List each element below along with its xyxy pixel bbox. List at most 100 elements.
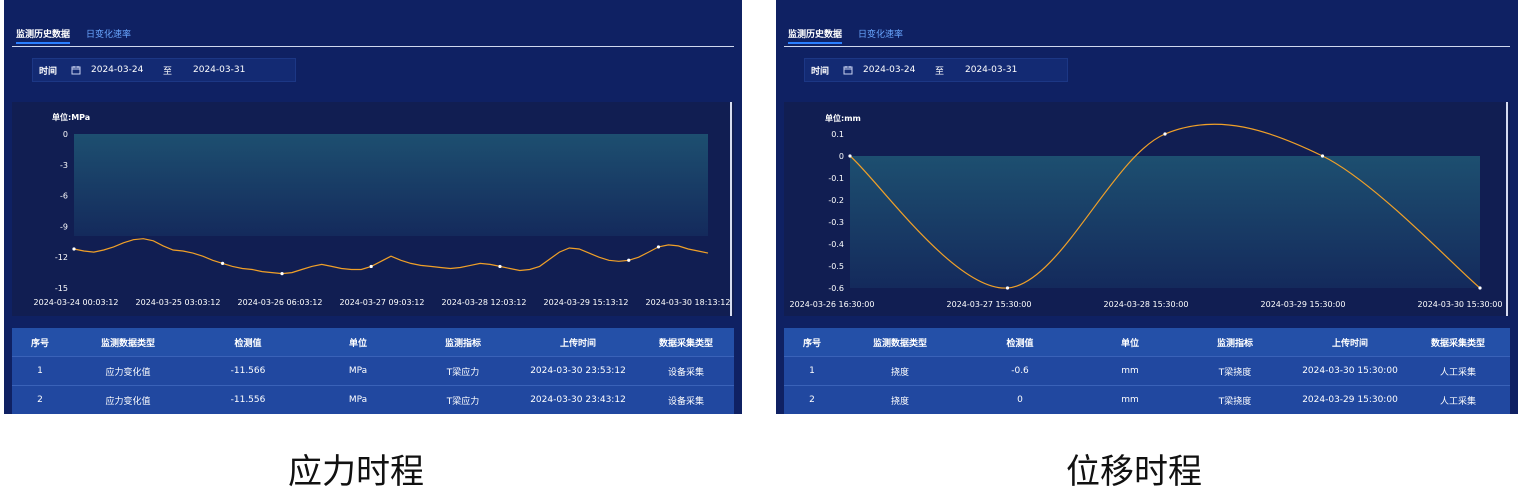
x-tick-label: 2024-03-29 15:30:00 — [1261, 300, 1346, 309]
end-date-input[interactable]: 2024-03-31 — [965, 65, 1017, 75]
calendar-icon[interactable] — [71, 65, 81, 75]
table-cell: 应力变化值 — [105, 396, 151, 407]
displacement-panel: 监测历史数据 日变化速率 时间 2024-03-24 至 2024-03-31 … — [776, 0, 1518, 414]
x-tick-label: 2024-03-27 09:03:12 — [340, 298, 425, 307]
table-cell: T梁应力 — [446, 367, 480, 378]
table-cell: -11.556 — [230, 395, 266, 405]
y-tick-label: -9 — [60, 222, 68, 231]
table-cell: -0.6 — [1011, 366, 1029, 376]
x-tick-label: 2024-03-30 18:13:12 — [646, 298, 731, 307]
data-table: 序号 监测数据类型 检测值 单位 监测指标 上传时间 数据采集类型 1 应力变化… — [12, 328, 734, 414]
tab-divider — [784, 46, 1510, 47]
area-band — [850, 156, 1480, 288]
tab-divider — [12, 46, 734, 47]
series-line — [73, 238, 709, 275]
start-date-input[interactable]: 2024-03-24 — [863, 65, 935, 75]
table-cell: T梁挠度 — [1218, 367, 1252, 378]
data-point — [1163, 132, 1167, 136]
stress-chart-svg: 0 -3 -6 -9 -12 -15 2024-03-24 00:03:12 2024-03-… — [34, 130, 731, 307]
tab-history-data[interactable]: 监测历史数据 — [788, 28, 843, 44]
col-header: 数据采集类型 — [658, 338, 713, 349]
table-cell: 0 — [1017, 395, 1023, 405]
displacement-chart: 单位:mm 0.1 0 -0.1 -0.2 -0.3 -0.4 -0.5 -0.6 2024-0… — [784, 102, 1510, 316]
table-cell: T梁应力 — [446, 396, 480, 407]
col-header: 检测值 — [1006, 338, 1034, 349]
y-tick-label: -0.3 — [828, 218, 844, 227]
table-cell: 设备采集 — [667, 367, 704, 378]
table-header: 序号 监测数据类型 检测值 单位 监测指标 上传时间 数据采集类型 — [784, 328, 1510, 356]
col-header: 上传时间 — [1331, 338, 1368, 349]
y-tick-label: -0.1 — [828, 174, 844, 183]
chart-scrollbar[interactable] — [730, 102, 732, 316]
tab-bar: 监测历史数据 日变化速率 — [788, 28, 903, 44]
y-tick-label: -15 — [55, 284, 68, 293]
table-cell: 2024-03-30 15:30:00 — [1302, 366, 1398, 376]
data-point — [848, 154, 852, 158]
date-range-filter[interactable]: 时间 2024-03-24 至 2024-03-31 — [32, 58, 296, 82]
table-row[interactable]: 1 应力变化值 -11.566 MPa T梁应力 2024-03-30 23:5… — [12, 356, 734, 385]
data-point — [1320, 154, 1325, 158]
y-tick-label: -0.2 — [828, 196, 844, 205]
time-label: 时间 — [39, 66, 58, 77]
tab-bar: 监测历史数据 日变化速率 — [16, 28, 131, 44]
y-tick-label: -6 — [60, 192, 68, 201]
data-point — [498, 264, 502, 269]
y-tick-label: 0.1 — [831, 130, 844, 139]
chart-scrollbar[interactable] — [1506, 102, 1508, 316]
table-row[interactable]: 1 挠度 -0.6 mm T梁挠度 2024-03-30 15:30:00 人工… — [784, 356, 1510, 385]
y-tick-label: 0 — [63, 130, 68, 139]
table-cell: 挠度 — [890, 367, 909, 378]
x-tick-label: 2024-03-29 15:13:12 — [544, 298, 629, 307]
data-point — [1478, 286, 1482, 290]
time-label: 时间 — [811, 66, 830, 77]
date-range-filter[interactable]: 时间 2024-03-24 至 2024-03-31 — [804, 58, 1068, 82]
range-separator: 至 — [935, 66, 945, 77]
col-header: 监测指标 — [1216, 338, 1253, 349]
calendar-icon[interactable] — [843, 65, 853, 75]
x-tick-label: 2024-03-30 15:30:00 — [1418, 300, 1503, 309]
range-separator: 至 — [163, 66, 173, 77]
stress-panel: 监测历史数据 日变化速率 时间 2024-03-24 至 2024-03-31 … — [4, 0, 742, 414]
col-header: 上传时间 — [559, 338, 596, 349]
table-cell: mm — [1121, 366, 1139, 376]
table-cell: 1 — [37, 366, 43, 376]
table-cell: 2024-03-30 23:43:12 — [530, 395, 626, 405]
data-point — [1005, 286, 1010, 290]
table-cell: -11.566 — [230, 366, 266, 376]
x-tick-label: 2024-03-28 12:03:12 — [442, 298, 527, 307]
x-tick-label: 2024-03-26 06:03:12 — [238, 298, 323, 307]
x-tick-label: 2024-03-26 16:30:00 — [790, 300, 875, 309]
table-cell: 设备采集 — [667, 396, 704, 407]
x-tick-label: 2024-03-24 00:03:12 — [34, 298, 119, 307]
y-tick-label: -3 — [60, 161, 68, 170]
col-header: 监测数据类型 — [100, 338, 155, 349]
y-tick-label: -0.4 — [828, 240, 844, 249]
x-tick-label: 2024-03-25 03:03:12 — [136, 298, 221, 307]
table-row[interactable]: 2 应力变化值 -11.556 MPa T梁应力 2024-03-30 23:4… — [12, 385, 734, 414]
tab-history-data[interactable]: 监测历史数据 — [16, 28, 71, 44]
table-cell: MPa — [348, 366, 368, 376]
x-tick-label: 2024-03-28 15:30:00 — [1104, 300, 1189, 309]
col-header: 序号 — [802, 338, 821, 349]
y-tick-label: -0.5 — [828, 262, 844, 271]
table-cell: 2024-03-29 15:30:00 — [1302, 395, 1398, 405]
data-point — [656, 245, 661, 249]
tab-daily-rate[interactable]: 日变化速率 — [86, 28, 131, 44]
start-date-input[interactable]: 2024-03-24 — [91, 65, 163, 75]
y-tick-label: 0 — [839, 152, 844, 161]
col-header: 检测值 — [234, 338, 262, 349]
table-cell: 应力变化值 — [105, 367, 151, 378]
table-row[interactable]: 2 挠度 0 mm T梁挠度 2024-03-29 15:30:00 人工采集 — [784, 385, 1510, 414]
data-point — [280, 272, 284, 276]
col-header: 单位 — [348, 338, 367, 349]
area-band — [74, 134, 708, 236]
table-cell: T梁挠度 — [1218, 396, 1252, 407]
table-cell: 挠度 — [890, 396, 909, 407]
end-date-input[interactable]: 2024-03-31 — [193, 65, 245, 75]
data-point — [369, 264, 373, 269]
y-tick-label: -12 — [55, 253, 68, 262]
tab-daily-rate[interactable]: 日变化速率 — [858, 28, 903, 44]
data-table: 序号 监测数据类型 检测值 单位 监测指标 上传时间 数据采集类型 1 挠度 -… — [784, 328, 1510, 414]
col-header: 序号 — [30, 338, 49, 349]
col-header: 数据采集类型 — [1430, 338, 1485, 349]
